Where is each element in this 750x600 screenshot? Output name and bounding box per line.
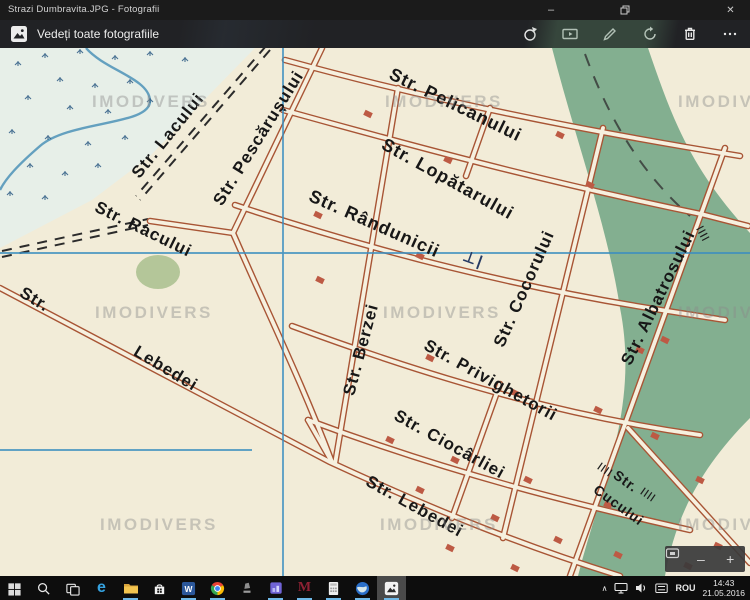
taskbar-file-explorer[interactable] bbox=[116, 576, 145, 600]
store-icon bbox=[152, 581, 167, 596]
watermark-text: IMODIVERS bbox=[385, 92, 503, 111]
taskbar-app-purple[interactable] bbox=[261, 576, 290, 600]
m-app-icon: M bbox=[298, 581, 311, 595]
tray-time: 14:43 bbox=[702, 578, 745, 588]
svg-text:W: W bbox=[185, 583, 193, 593]
share-icon bbox=[521, 25, 539, 43]
photos-icon bbox=[10, 25, 28, 43]
watermark-text: IMODIVERS bbox=[100, 515, 218, 534]
zoom-controls: – + bbox=[665, 546, 745, 572]
see-all-photos-button[interactable]: Vedeți toate fotografiile bbox=[10, 20, 159, 48]
network-icon[interactable] bbox=[614, 582, 628, 594]
tray-chevron-icon[interactable]: ∧ bbox=[602, 584, 608, 593]
slideshow-icon bbox=[561, 25, 579, 43]
title-bar: Strazi Dumbravita.JPG - Fotografii – ✕ bbox=[0, 0, 750, 20]
app-toolbar: Vedeți toate fotografiile bbox=[0, 20, 750, 48]
actual-size-icon bbox=[665, 546, 680, 560]
photos-icon bbox=[384, 581, 399, 596]
window-title: Strazi Dumbravita.JPG - Fotografii bbox=[8, 4, 159, 15]
task-view-button[interactable] bbox=[58, 576, 87, 600]
watermark-text: IMODIVERS bbox=[678, 92, 750, 111]
toolbar-actions bbox=[510, 20, 750, 48]
taskbar-edge[interactable]: e bbox=[87, 576, 116, 600]
app-purple-icon bbox=[269, 581, 283, 595]
taskbar-calculator[interactable] bbox=[319, 576, 348, 600]
taskbar-app-grey[interactable] bbox=[232, 576, 261, 600]
taskbar-word[interactable]: W bbox=[174, 576, 203, 600]
taskbar-search-button[interactable] bbox=[29, 576, 58, 600]
folder-icon bbox=[123, 581, 139, 595]
taskbar-store[interactable] bbox=[145, 576, 174, 600]
rotate-button[interactable] bbox=[630, 20, 670, 48]
touch-keyboard-icon[interactable] bbox=[655, 583, 668, 594]
watermark-text: IMODIVERS bbox=[383, 303, 501, 322]
app-grey-icon bbox=[240, 581, 254, 595]
zoom-out-button[interactable]: – bbox=[697, 552, 705, 566]
rotate-icon bbox=[641, 25, 659, 43]
google-earth-icon bbox=[355, 581, 370, 596]
taskbar-photos[interactable] bbox=[377, 576, 406, 600]
street-label: Lebedei bbox=[130, 342, 201, 395]
system-tray: ∧ ROU 14:43 21.05.2016 bbox=[602, 576, 750, 600]
taskbar-chrome[interactable] bbox=[203, 576, 232, 600]
more-button[interactable] bbox=[710, 20, 750, 48]
delete-button[interactable] bbox=[670, 20, 710, 48]
restore-icon bbox=[620, 5, 630, 15]
chrome-icon bbox=[210, 581, 225, 596]
street-map-image: Str. PelicanuluiStr. LopătaruluiStr. Rân… bbox=[0, 48, 750, 576]
word-icon: W bbox=[181, 581, 196, 596]
watermark-text: IMODIVERS bbox=[678, 303, 750, 322]
see-all-photos-label: Vedeți toate fotografiile bbox=[37, 27, 159, 41]
taskbar-clock[interactable]: 14:43 21.05.2016 bbox=[702, 578, 745, 598]
edit-button[interactable] bbox=[590, 20, 630, 48]
share-button[interactable] bbox=[510, 20, 550, 48]
tray-date: 21.05.2016 bbox=[702, 588, 745, 598]
street-label: Str. Racului bbox=[92, 197, 195, 260]
volume-icon[interactable] bbox=[635, 582, 648, 594]
edge-icon: e bbox=[97, 580, 106, 596]
photo-canvas[interactable]: Str. PelicanuluiStr. LopătaruluiStr. Rân… bbox=[0, 48, 750, 576]
street-label: Str. Lopătarului bbox=[378, 134, 517, 223]
more-ellipsis-icon bbox=[721, 25, 739, 43]
slideshow-button[interactable] bbox=[550, 20, 590, 48]
zoom-in-button[interactable]: + bbox=[726, 552, 734, 566]
street-label: Str. Berzei bbox=[339, 302, 382, 398]
trash-icon bbox=[681, 25, 699, 43]
calculator-icon bbox=[327, 581, 340, 596]
taskbar-app-m[interactable]: M bbox=[290, 576, 319, 600]
task-view-icon bbox=[65, 581, 80, 596]
minimize-button[interactable]: – bbox=[528, 0, 574, 20]
watermark-text: IMODIVERS bbox=[380, 515, 498, 534]
watermark-text: IMODIVERS bbox=[678, 515, 750, 534]
restore-button[interactable] bbox=[602, 0, 648, 20]
edit-pencil-icon bbox=[601, 25, 619, 43]
watermark-text: IMODIVERS bbox=[92, 92, 210, 111]
taskbar-google-earth[interactable] bbox=[348, 576, 377, 600]
language-indicator[interactable]: ROU bbox=[675, 583, 695, 593]
windows-logo-icon bbox=[7, 581, 22, 596]
start-button[interactable] bbox=[0, 576, 29, 600]
watermark-text: IMODIVERS bbox=[95, 303, 213, 322]
close-button[interactable]: ✕ bbox=[711, 0, 750, 20]
taskbar: e W bbox=[0, 576, 750, 600]
photos-app-window: Strazi Dumbravita.JPG - Fotografii – ✕ V… bbox=[0, 0, 750, 600]
search-icon bbox=[36, 581, 51, 596]
